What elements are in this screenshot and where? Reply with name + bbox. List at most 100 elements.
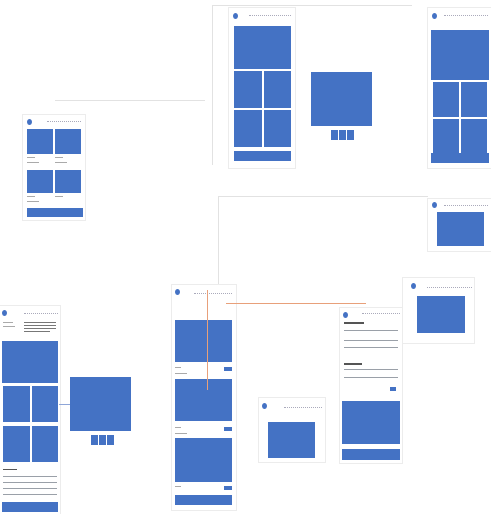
circle-logo-icon [432, 202, 437, 208]
nav-links[interactable] [24, 313, 58, 315]
grid-image-4[interactable] [32, 426, 58, 462]
lightbox-center-thumb-1[interactable] [331, 130, 338, 140]
caption-line [27, 196, 35, 197]
footer-button[interactable] [431, 153, 489, 163]
hero-image[interactable] [234, 26, 291, 69]
lightbox-left-thumb-3[interactable] [107, 435, 114, 445]
caption-line [55, 157, 63, 158]
grid-image-3[interactable] [3, 426, 30, 462]
grid-image-3[interactable] [234, 110, 262, 147]
text-line [24, 322, 56, 323]
footer-button[interactable] [2, 502, 58, 512]
detail-image[interactable] [268, 422, 315, 458]
detail-image[interactable] [342, 401, 400, 444]
detail-image[interactable] [417, 296, 465, 333]
grid-image-4[interactable] [264, 110, 291, 147]
lightbox-center-thumb-3[interactable] [347, 130, 354, 140]
nav-links[interactable] [47, 121, 81, 123]
circle-logo-icon [343, 312, 348, 318]
circle-logo-icon [27, 119, 32, 125]
grid-image-4[interactable] [55, 170, 81, 193]
section-heading [3, 469, 17, 470]
card-caption [175, 486, 181, 487]
text-line [24, 331, 50, 332]
circle-logo-icon [411, 283, 416, 289]
screen-right-detail [340, 308, 402, 463]
circle-logo-icon [233, 13, 238, 19]
nav-links[interactable] [362, 313, 400, 315]
card-button-3[interactable] [224, 486, 232, 490]
connector-left [55, 100, 205, 101]
text-line [3, 326, 15, 327]
circle-logo-icon [262, 403, 267, 409]
card-image-3[interactable] [175, 438, 232, 482]
grid-image-1[interactable] [433, 82, 459, 117]
grid-image-1[interactable] [27, 129, 53, 154]
caption-line [55, 162, 67, 163]
grid-image-2[interactable] [55, 129, 81, 154]
card-caption [175, 373, 187, 374]
connector-top-center [212, 5, 412, 6]
card-caption [175, 367, 181, 368]
footer-button[interactable] [342, 449, 400, 460]
form-line [344, 347, 398, 348]
lightbox-center-image[interactable] [311, 72, 372, 126]
section-heading-1 [344, 322, 364, 324]
screen-top-center [229, 8, 295, 168]
detail-image[interactable] [437, 212, 484, 246]
grid-image-2[interactable] [32, 386, 58, 422]
caption-line [27, 201, 39, 202]
screen-right-mid [428, 199, 491, 251]
lightbox-left-image[interactable] [70, 377, 131, 431]
form-line [3, 482, 57, 483]
form-line [3, 488, 57, 489]
card-image-2[interactable] [175, 379, 232, 421]
card-caption [175, 427, 181, 428]
connector-right-mid [218, 196, 428, 197]
card-button-2[interactable] [224, 427, 232, 431]
screen-bottom-left [0, 306, 60, 514]
caption-line [27, 157, 35, 158]
circle-logo-icon [432, 13, 437, 19]
connector-orange-horizontal [226, 303, 366, 304]
grid-image-3[interactable] [27, 170, 53, 193]
footer-button[interactable] [234, 151, 291, 161]
screen-left [23, 115, 85, 220]
lightbox-left-thumb-2[interactable] [99, 435, 106, 445]
circle-logo-icon [2, 310, 7, 316]
nav-links[interactable] [444, 15, 488, 17]
nav-links[interactable] [249, 15, 291, 17]
grid-image-2[interactable] [461, 82, 487, 117]
grid-image-1[interactable] [234, 71, 262, 108]
nav-links[interactable] [194, 293, 232, 295]
lightbox-left-thumb-1[interactable] [91, 435, 98, 445]
footer-button[interactable] [175, 495, 232, 505]
connector-top-center-v [212, 5, 213, 165]
grid-image-2[interactable] [264, 71, 291, 108]
form-line [344, 340, 398, 341]
form-line [344, 377, 398, 378]
hero-image[interactable] [431, 30, 489, 80]
caption-line [55, 196, 63, 197]
nav-links[interactable] [444, 205, 488, 207]
card-button-1[interactable] [224, 367, 232, 371]
connector-orange-vertical [207, 290, 208, 390]
nav-links[interactable] [284, 407, 322, 409]
hero-image[interactable] [2, 341, 58, 383]
grid-image-4[interactable] [461, 119, 487, 154]
nav-links[interactable] [427, 287, 472, 289]
connector-right-mid-v [218, 196, 219, 286]
small-action-button[interactable] [390, 387, 396, 391]
form-line [344, 369, 398, 370]
footer-button[interactable] [27, 208, 83, 217]
grid-image-1[interactable] [3, 386, 30, 422]
form-line [3, 494, 57, 495]
form-line [3, 476, 57, 477]
grid-image-3[interactable] [433, 119, 459, 154]
text-line [3, 322, 13, 323]
lightbox-center-thumb-2[interactable] [339, 130, 346, 140]
circle-logo-icon [175, 289, 180, 295]
card-image-1[interactable] [175, 320, 232, 362]
text-line [24, 325, 56, 326]
section-heading-2 [344, 363, 362, 365]
